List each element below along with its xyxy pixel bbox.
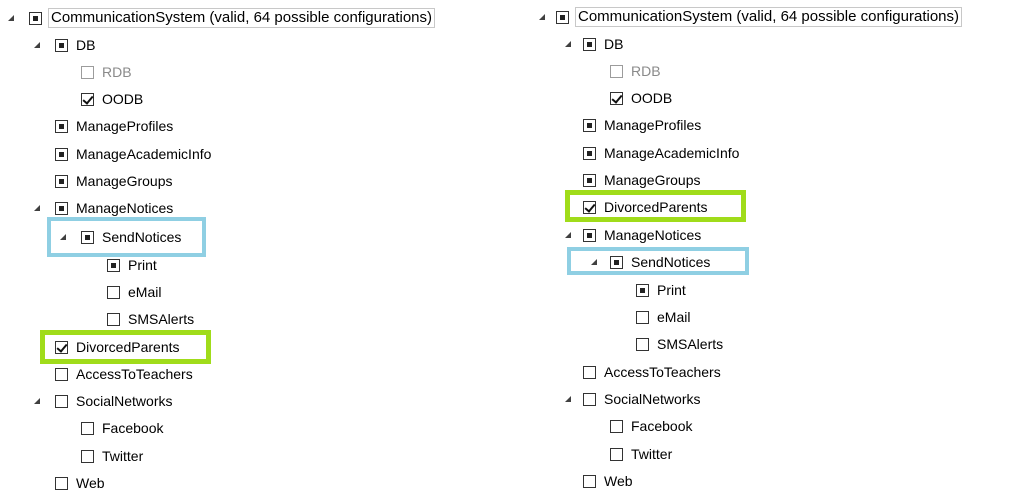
web-label: Web bbox=[604, 473, 633, 489]
manage-notices-checkbox[interactable] bbox=[583, 228, 596, 242]
manage-academic-info-label: ManageAcademicInfo bbox=[604, 145, 740, 161]
oodb-label: OODB bbox=[631, 90, 673, 106]
db-label: DB bbox=[604, 36, 624, 52]
twitter-checkbox[interactable] bbox=[610, 447, 623, 461]
sms-alerts-label: SMSAlerts bbox=[657, 336, 724, 352]
print-checkbox[interactable] bbox=[636, 283, 649, 297]
social-networks-label: SocialNetworks bbox=[604, 391, 701, 407]
tree-node-divorced-parents[interactable]: DivorcedParents bbox=[0, 197, 708, 217]
send-notices-label: SendNotices bbox=[631, 254, 711, 270]
db-checkbox[interactable] bbox=[583, 37, 596, 51]
tree-node-send-notices[interactable]: SendNotices bbox=[0, 252, 710, 272]
sms-alerts-checkbox[interactable] bbox=[636, 337, 649, 351]
facebook-checkbox[interactable] bbox=[610, 419, 623, 433]
tree-node-social-networks[interactable]: SocialNetworks bbox=[0, 389, 700, 409]
manage-profiles-label: ManageProfiles bbox=[604, 117, 702, 133]
divorced-parents-label: DivorcedParents bbox=[604, 199, 708, 215]
tree-node-root[interactable]: CommunicationSystem (valid, 64 possible … bbox=[0, 7, 963, 27]
manage-academic-info-checkbox[interactable] bbox=[583, 146, 596, 160]
rdb-checkbox[interactable] bbox=[610, 64, 623, 78]
right-feature-tree: CommunicationSystem (valid, 64 possible … bbox=[0, 0, 1012, 493]
tree-node-twitter[interactable]: Twitter bbox=[0, 444, 672, 464]
expand-arrow-icon[interactable] bbox=[539, 14, 545, 20]
print-label: Print bbox=[657, 282, 686, 298]
tree-node-manage-groups[interactable]: ManageGroups bbox=[0, 170, 701, 190]
twitter-label: Twitter bbox=[631, 446, 673, 462]
root-checkbox[interactable] bbox=[556, 10, 569, 24]
facebook-label: Facebook bbox=[631, 418, 693, 434]
social-networks-checkbox[interactable] bbox=[583, 392, 596, 406]
tree-node-oodb[interactable]: OODB bbox=[0, 88, 672, 108]
send-notices-checkbox[interactable] bbox=[610, 255, 623, 269]
manage-profiles-checkbox[interactable] bbox=[583, 118, 596, 132]
oodb-checkbox[interactable] bbox=[610, 91, 623, 105]
manage-groups-checkbox[interactable] bbox=[583, 173, 596, 187]
expand-arrow-icon[interactable] bbox=[565, 41, 571, 47]
expand-arrow-icon[interactable] bbox=[565, 232, 571, 238]
email-label: eMail bbox=[657, 309, 691, 325]
tree-node-sms-alerts[interactable]: SMSAlerts bbox=[0, 334, 723, 354]
email-checkbox[interactable] bbox=[636, 310, 649, 324]
manage-groups-label: ManageGroups bbox=[604, 172, 701, 188]
tree-node-manage-academic-info[interactable]: ManageAcademicInfo bbox=[0, 143, 739, 163]
web-checkbox[interactable] bbox=[583, 474, 596, 488]
tree-node-rdb[interactable]: RDB bbox=[0, 61, 661, 81]
manage-notices-label: ManageNotices bbox=[604, 227, 702, 243]
root-label: CommunicationSystem (valid, 64 possible … bbox=[575, 7, 963, 27]
tree-node-print[interactable]: Print bbox=[0, 280, 686, 300]
expand-arrow-icon[interactable] bbox=[565, 396, 571, 402]
tree-node-manage-notices[interactable]: ManageNotices bbox=[0, 225, 701, 245]
tree-node-db[interactable]: DB bbox=[0, 34, 623, 54]
expand-arrow-icon[interactable] bbox=[591, 259, 597, 265]
tree-node-facebook[interactable]: Facebook bbox=[0, 416, 692, 436]
rdb-label: RDB bbox=[631, 63, 661, 79]
tree-node-web[interactable]: Web bbox=[0, 471, 633, 491]
tree-node-access-to-teachers[interactable]: AccessToTeachers bbox=[0, 362, 721, 382]
divorced-parents-checkbox[interactable] bbox=[583, 200, 596, 214]
tree-node-manage-profiles[interactable]: ManageProfiles bbox=[0, 115, 701, 135]
access-to-teachers-label: AccessToTeachers bbox=[604, 364, 721, 380]
tree-node-email[interactable]: eMail bbox=[0, 307, 690, 327]
access-to-teachers-checkbox[interactable] bbox=[583, 365, 596, 379]
